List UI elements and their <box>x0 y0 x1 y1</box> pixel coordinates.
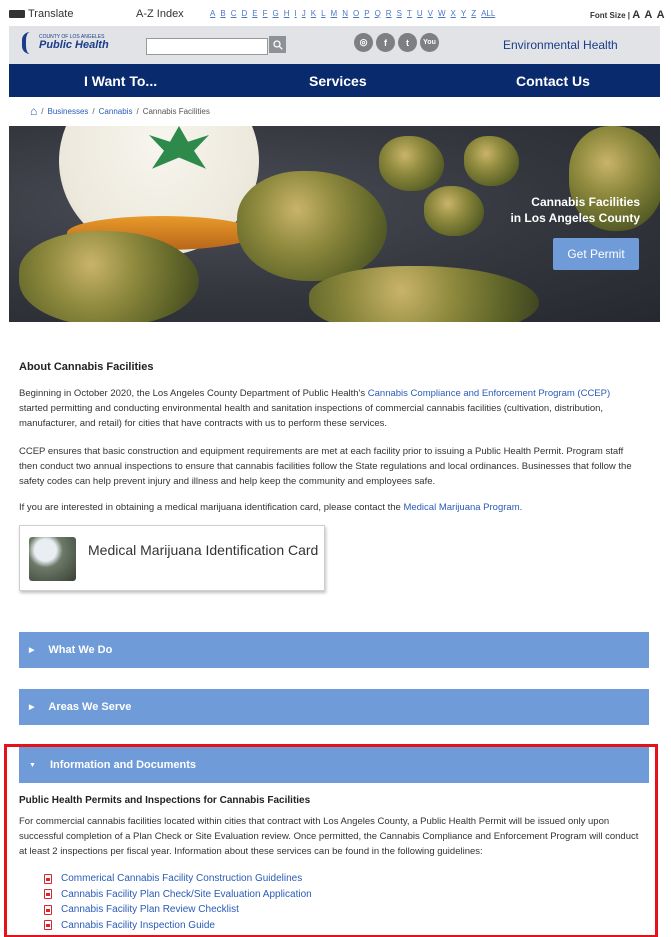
az-letter-all[interactable]: ALL <box>481 9 495 18</box>
youtube-icon[interactable]: You <box>420 33 439 52</box>
az-letter-k[interactable]: K <box>311 9 316 18</box>
az-letter-y[interactable]: Y <box>461 9 466 18</box>
medical-marijuana-program-link[interactable]: Medical Marijuana Program <box>403 502 519 513</box>
az-letter-s[interactable]: S <box>397 9 402 18</box>
az-letter-n[interactable]: N <box>342 9 348 18</box>
az-letter-p[interactable]: P <box>364 9 369 18</box>
about-paragraph-2: CCEP ensures that basic construction and… <box>19 446 632 487</box>
home-icon[interactable]: ⌂ <box>30 105 37 117</box>
font-size-options[interactable]: A A A <box>632 9 665 21</box>
environmental-health-link[interactable]: Environmental Health <box>503 38 618 52</box>
translate-widget[interactable]: Translate <box>9 8 73 20</box>
az-index-letters: A B C D E F G H I J K L M N O P Q R S T … <box>210 9 495 18</box>
main-nav: I Want To... Services Contact Us <box>9 64 660 97</box>
az-index-label: A-Z Index <box>136 8 184 20</box>
google-translate-icon <box>9 10 25 18</box>
az-letter-m[interactable]: M <box>331 9 338 18</box>
site-header: COUNTY OF LOS ANGELES Public Health ◎ f … <box>9 26 660 64</box>
highlight-box <box>4 744 658 937</box>
caret-right-icon: ▶ <box>29 704 35 711</box>
hero-banner: Cannabis Facilities in Los Angeles Count… <box>9 126 660 322</box>
search-icon <box>272 39 283 50</box>
az-letter-u[interactable]: U <box>417 9 423 18</box>
az-letter-t[interactable]: T <box>407 9 412 18</box>
ccep-link[interactable]: Cannabis Compliance and Enforcement Prog… <box>368 388 610 399</box>
utility-bar: Translate A-Z Index A B C D E F G H I J … <box>0 0 671 24</box>
accordion-areas-we-serve[interactable]: ▶ Areas We Serve <box>19 689 649 725</box>
az-letter-x[interactable]: X <box>451 9 456 18</box>
az-letter-d[interactable]: D <box>241 9 247 18</box>
az-letter-w[interactable]: W <box>438 9 446 18</box>
about-paragraph-1: Beginning in October 2020, the Los Angel… <box>19 388 611 429</box>
county-seal-icon <box>22 32 36 54</box>
font-size-control: Font Size | A A A <box>590 9 666 21</box>
card-thumbnail <box>29 537 76 581</box>
get-permit-button[interactable]: Get Permit <box>553 238 639 270</box>
accordion-what-we-do[interactable]: ▶ What We Do <box>19 632 649 668</box>
az-letter-v[interactable]: V <box>428 9 433 18</box>
az-letter-r[interactable]: R <box>386 9 392 18</box>
nav-i-want-to[interactable]: I Want To... <box>84 73 157 89</box>
medical-marijuana-id-card-link[interactable]: Medical Marijuana Identification Card <box>19 525 325 591</box>
az-letter-q[interactable]: Q <box>375 9 381 18</box>
az-letter-h[interactable]: H <box>284 9 290 18</box>
about-heading: About Cannabis Facilities <box>19 361 154 373</box>
az-letter-l[interactable]: L <box>321 9 325 18</box>
logo-name: Public Health <box>39 39 109 51</box>
breadcrumb-businesses[interactable]: Businesses <box>47 107 88 116</box>
public-health-logo[interactable]: COUNTY OF LOS ANGELES Public Health <box>22 32 109 54</box>
az-letter-c[interactable]: C <box>231 9 237 18</box>
breadcrumb-current: Cannabis Facilities <box>142 106 210 116</box>
nav-contact-us[interactable]: Contact Us <box>516 73 590 89</box>
az-letter-z[interactable]: Z <box>471 9 476 18</box>
az-letter-e[interactable]: E <box>252 9 257 18</box>
az-letter-j[interactable]: J <box>302 9 306 18</box>
translate-label: Translate <box>28 8 74 20</box>
az-letter-f[interactable]: F <box>263 9 268 18</box>
breadcrumb: ⌂ / Businesses / Cannabis / Cannabis Fac… <box>30 104 210 118</box>
card-label: Medical Marijuana Identification Card <box>88 542 319 558</box>
font-size-label: Font Size | <box>590 11 631 20</box>
az-letter-o[interactable]: O <box>353 9 359 18</box>
caret-right-icon: ▶ <box>29 647 35 654</box>
breadcrumb-cannabis[interactable]: Cannabis <box>99 107 133 116</box>
az-letter-i[interactable]: I <box>295 9 297 18</box>
az-letter-b[interactable]: B <box>220 9 225 18</box>
nav-services[interactable]: Services <box>309 73 367 89</box>
search-button[interactable] <box>269 36 286 53</box>
instagram-icon[interactable]: ◎ <box>354 33 373 52</box>
social-links: ◎ f t You <box>354 33 439 52</box>
az-letter-a[interactable]: A <box>210 9 215 18</box>
hero-title: Cannabis Facilities in Los Angeles Count… <box>510 195 640 225</box>
facebook-icon[interactable]: f <box>376 33 395 52</box>
az-letter-g[interactable]: G <box>272 9 278 18</box>
twitter-icon[interactable]: t <box>398 33 417 52</box>
about-paragraph-3: If you are interested in obtaining a med… <box>19 502 523 513</box>
search-input[interactable] <box>146 38 268 55</box>
